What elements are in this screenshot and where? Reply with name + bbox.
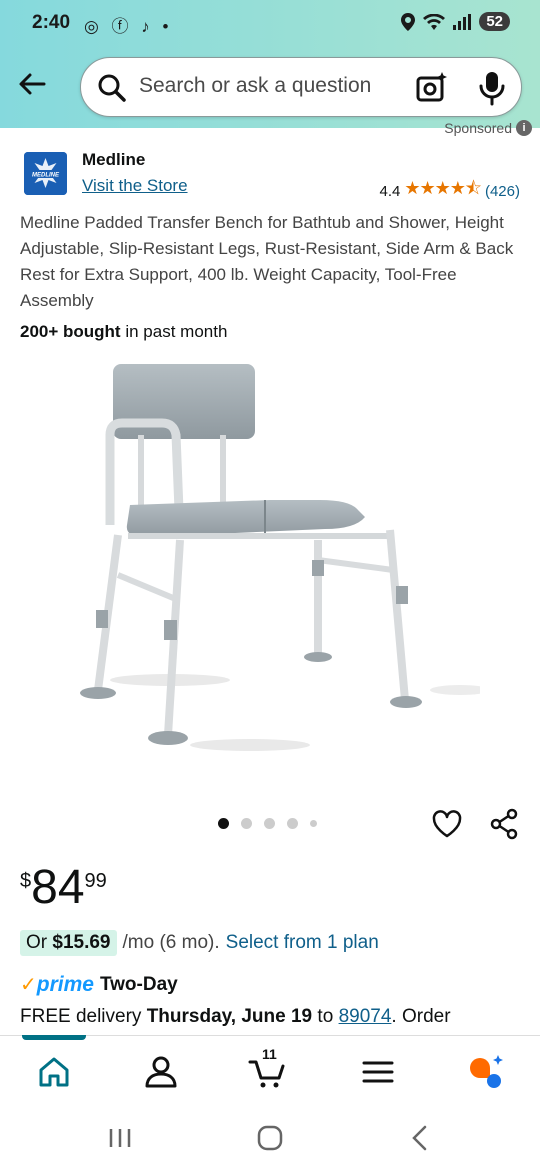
product-image[interactable]: [60, 350, 480, 780]
bought-count: 200+ bought: [20, 322, 121, 341]
info-icon: i: [516, 120, 532, 136]
free-delivery-text: FREE delivery: [20, 1006, 142, 1027]
delivery-info: FREE delivery Thursday, June 19 to 89074…: [20, 1006, 540, 1028]
plan-term: /mo (6 mo).: [122, 932, 220, 953]
location-icon: [401, 12, 416, 31]
plan-badge: Or $15.69: [20, 930, 117, 956]
plan-prefix: Or: [26, 932, 48, 953]
back-arrow-icon[interactable]: [14, 66, 50, 102]
delivery-suffix: . Order: [391, 1006, 451, 1027]
image-carousel-dots[interactable]: [218, 818, 317, 829]
price: $ 84 99: [20, 860, 107, 916]
bought-suffix: in past month: [125, 322, 228, 341]
carousel-dot[interactable]: [264, 818, 275, 829]
prime-logo: ✓prime: [20, 972, 94, 997]
microphone-icon[interactable]: [477, 70, 507, 106]
carousel-dot[interactable]: [218, 818, 229, 829]
wifi-icon: [423, 13, 446, 30]
cart-button[interactable]: 11: [248, 1046, 288, 1092]
star-rating-icon: ★★★★⯪: [404, 178, 482, 198]
brand-logo[interactable]: MEDLINE: [24, 152, 67, 195]
review-count: (426): [484, 182, 520, 200]
menu-icon[interactable]: [358, 1052, 398, 1092]
recent-apps-icon[interactable]: [105, 1123, 135, 1153]
system-status-icons: 52: [401, 12, 510, 31]
camera-search-icon[interactable]: [415, 70, 449, 104]
bottom-navigation: 11: [0, 1035, 540, 1105]
price-symbol: $: [20, 870, 32, 892]
prime-badge: ✓prime Two-Day: [20, 972, 178, 997]
plan-amount: $15.69: [52, 932, 111, 953]
search-placeholder: Search or ask a question: [139, 74, 372, 97]
delivery-speed: Two-Day: [99, 973, 178, 995]
price-whole: 84: [31, 861, 85, 914]
system-navigation-bar: [0, 1105, 540, 1170]
share-icon[interactable]: [488, 808, 520, 840]
heart-icon[interactable]: [431, 808, 463, 840]
rating-value: 4.4: [379, 182, 401, 200]
visit-store-link[interactable]: Visit the Store: [82, 176, 188, 196]
signal-icon: [453, 13, 472, 30]
battery-indicator: 52: [479, 12, 510, 31]
select-plan-link[interactable]: Select from 1 plan: [226, 932, 379, 954]
prime-text: prime: [36, 973, 94, 996]
search-icon: [98, 74, 126, 102]
carousel-dot[interactable]: [310, 820, 317, 827]
product-title[interactable]: Medline Padded Transfer Bench for Bathtu…: [20, 210, 525, 314]
prime-check-icon: ✓: [20, 974, 37, 996]
rating-summary[interactable]: 4.4 ★★★★⯪ (426): [380, 176, 520, 206]
carousel-dot[interactable]: [287, 818, 298, 829]
account-icon[interactable]: [141, 1052, 181, 1092]
medline-logo-icon: MEDLINE: [24, 152, 67, 195]
bought-info: 200+ bought in past month: [20, 322, 227, 342]
status-bar: 2:40 ◎ ⓕ ♪ • 52: [0, 0, 540, 48]
price-fraction: 99: [84, 870, 107, 892]
delivery-to: to: [317, 1006, 334, 1027]
home-icon[interactable]: [34, 1052, 74, 1092]
search-input[interactable]: Search or ask a question: [80, 57, 522, 117]
delivery-zip-link[interactable]: 89074: [339, 1006, 392, 1027]
active-tab-indicator: [22, 1035, 86, 1040]
rufus-assistant-icon[interactable]: [466, 1052, 506, 1092]
sponsored-label[interactable]: Sponsored i: [444, 120, 532, 136]
carousel-dot[interactable]: [241, 818, 252, 829]
brand-name: Medline: [82, 150, 146, 169]
home-button-icon[interactable]: [255, 1123, 285, 1153]
cart-count: 11: [262, 1046, 277, 1062]
delivery-date: Thursday, June 19: [146, 1006, 313, 1027]
notification-icons: ◎ ⓕ ♪ •: [84, 17, 173, 36]
sponsored-text: Sponsored: [444, 120, 512, 136]
status-time: 2:40: [32, 12, 71, 33]
payment-plan-row: Or $15.69 /mo (6 mo). Select from 1 plan: [20, 930, 379, 956]
logo-text: MEDLINE: [32, 173, 60, 179]
search-header: Search or ask a question: [0, 48, 540, 128]
back-button-icon[interactable]: [405, 1123, 435, 1153]
